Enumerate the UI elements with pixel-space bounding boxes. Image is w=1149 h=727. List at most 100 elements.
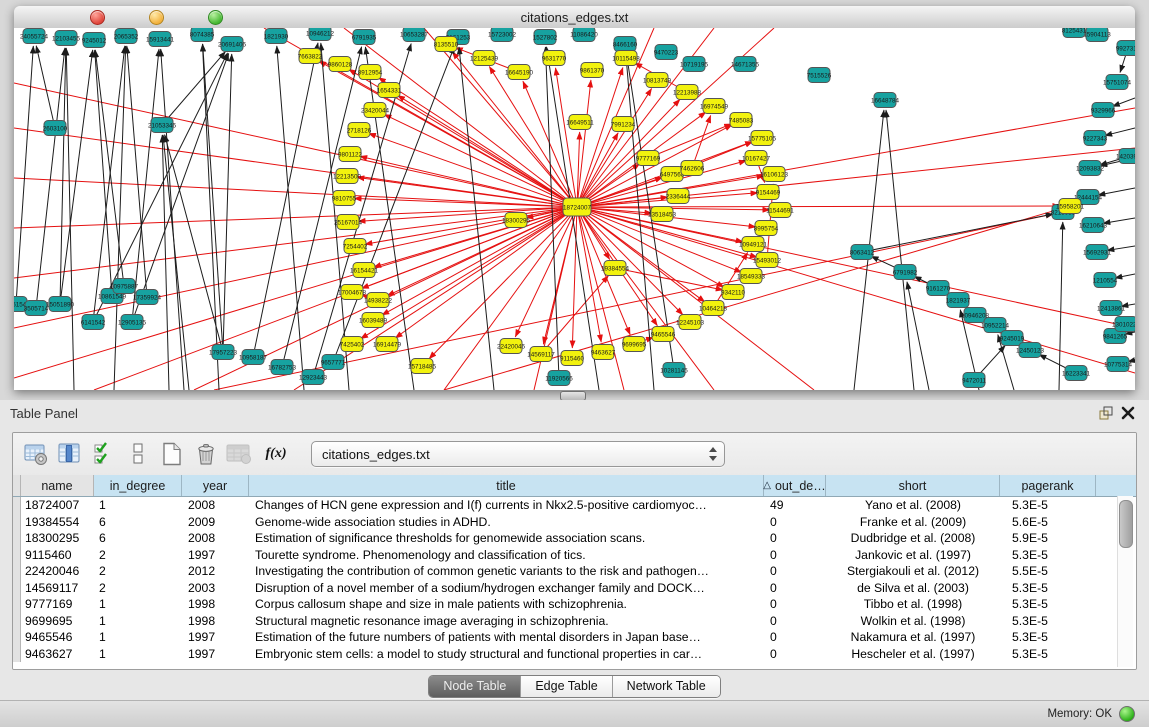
graph-node[interactable]: 25167014 [334,215,363,230]
graph-node[interactable]: 9472011 [962,373,987,388]
graph-node[interactable]: 24055724 [20,29,49,44]
table-row[interactable]: 911546021997Tourette syndrome. Phenomeno… [13,547,1136,564]
graph-node[interactable]: 9115460 [560,351,585,366]
table-row[interactable]: 946362711997Embryonic stem cells: a mode… [13,646,1136,663]
table-row[interactable]: 977716911998Corpus callosum shape and si… [13,596,1136,613]
graph-node[interactable]: 10653287 [400,28,429,42]
function-builder-icon[interactable]: f(x) [259,439,293,469]
graph-node[interactable]: 12213500 [333,169,362,184]
graph-node[interactable]: 7991234 [611,117,636,132]
graph-node[interactable]: 15692931 [1083,245,1112,260]
graph-node[interactable]: 10975887 [110,279,139,294]
graph-node[interactable]: 15913441 [146,32,175,47]
graph-node[interactable]: 2603100 [43,121,68,136]
graph-node[interactable]: 10775314 [1104,357,1133,372]
graph-node[interactable]: 14938222 [364,293,393,308]
graph-node[interactable]: 15718485 [408,359,437,374]
graph-node[interactable]: 17004678 [338,285,367,300]
graph-node[interactable]: 1821937 [946,293,971,308]
graph-node[interactable]: 16039489 [359,313,388,328]
graph-node[interactable]: 16649511 [566,115,594,130]
graph-node[interactable]: 7515526 [807,68,832,83]
graph-node[interactable]: 16648784 [871,93,900,108]
scrollbar-thumb[interactable] [1119,500,1133,548]
graph-node[interactable]: 10958187 [239,350,268,365]
graph-node[interactable]: 2065352 [114,29,139,44]
graph-node[interactable]: 8466160 [613,37,638,52]
network-window-titlebar[interactable]: citations_edges.txt [14,6,1135,29]
graph-node[interactable]: 10949121 [739,237,768,252]
network-canvas[interactable]: 2405572412103455924501220653521591344180… [14,28,1135,390]
delete-table-icon[interactable] [225,439,255,469]
table-row[interactable]: 1456911722003Disruption of a novel membe… [13,580,1136,597]
graph-node[interactable]: 17359924 [133,290,162,305]
graph-node[interactable]: 16974549 [700,99,729,114]
graph-node[interactable]: 16223341 [1062,366,1091,381]
graph-node[interactable]: 7663822 [298,49,323,64]
graph-node[interactable]: 10813749 [643,73,672,88]
table-row[interactable]: 946554611997Estimation of the future num… [13,629,1136,646]
graph-node[interactable]: 16914479 [373,337,402,352]
column-header-year[interactable]: year [182,475,249,496]
table-row[interactable]: 2242004622012Investigating the contribut… [13,563,1136,580]
graph-node[interactable]: 12245103 [676,315,705,330]
graph-node[interactable]: 12103455 [52,31,81,46]
graph-node[interactable]: 15958201 [1056,199,1085,214]
zoom-window-button[interactable] [208,10,223,25]
table-row[interactable]: 1830029562008Estimation of significance … [13,530,1136,547]
graph-node[interactable]: 12905135 [118,315,147,330]
graph-node[interactable]: 7462606 [680,161,705,176]
graph-node[interactable]: 23420044 [361,103,390,118]
graph-node[interactable]: 20691406 [218,37,247,52]
graph-node[interactable]: 16645190 [505,65,534,80]
table-row[interactable]: 969969511998Structural magnetic resonanc… [13,613,1136,630]
graph-node[interactable]: 9699695 [622,337,647,352]
graph-node[interactable]: 9801122 [338,147,363,162]
graph-node[interactable]: 16782753 [268,360,297,375]
graph-node[interactable]: 9342110 [721,285,746,300]
graph-node[interactable]: 9861370 [580,63,605,78]
tab-edge-table[interactable]: Edge Table [520,676,611,697]
graph-node[interactable]: 10167427 [742,151,771,166]
graph-node[interactable]: 12213988 [673,85,702,100]
graph-node[interactable]: 11544691 [766,203,794,218]
table-row[interactable]: 1872400712008Changes of HCN gene express… [13,497,1136,514]
graph-node[interactable]: 7425402 [340,337,365,352]
memory-ok-indicator[interactable] [1119,706,1135,722]
graph-node[interactable]: 9470223 [654,45,679,60]
graph-node[interactable]: 10719195 [680,57,709,72]
delete-column-icon[interactable] [191,439,221,469]
graph-node[interactable]: 11920566 [545,371,573,386]
graph-node[interactable]: 18300295 [502,213,531,228]
graph-node[interactable]: 8074385 [190,28,215,42]
graph-node[interactable]: 1527802 [533,30,558,45]
graph-node[interactable]: 10281145 [660,363,688,378]
graph-node[interactable]: 9631770 [542,51,567,66]
graph-node[interactable]: 9810755 [332,191,357,206]
graph-node[interactable]: 18549333 [737,269,766,284]
graph-node[interactable]: 10464218 [699,301,728,316]
graph-node[interactable]: 6791935 [352,30,377,45]
graph-node[interactable]: 9927310 [1116,41,1135,56]
tab-node-table[interactable]: Node Table [429,676,520,697]
column-header-name[interactable]: name [21,475,94,496]
new-column-icon[interactable] [157,439,187,469]
graph-node[interactable]: 9329966 [1091,103,1116,118]
tab-network-table[interactable]: Network Table [612,676,720,697]
row-selection-icon[interactable] [89,439,119,469]
graph-node[interactable]: 8912954 [358,65,383,80]
graph-node[interactable]: 9657771 [321,355,346,370]
graph-node[interactable]: 7254402 [343,239,368,254]
graph-node[interactable]: 15723002 [488,28,517,42]
graph-node[interactable]: 16210643 [1079,218,1108,233]
close-window-button[interactable] [90,10,105,25]
hub-node[interactable]: 18724007 [563,198,592,216]
table-source-dropdown[interactable]: citations_edges.txt [311,441,725,467]
column-header-title[interactable]: title [249,475,764,496]
graph-node[interactable]: 9860128 [328,57,353,72]
graph-node[interactable]: 15775105 [748,131,777,146]
graph-node[interactable]: 12093832 [1076,161,1105,176]
float-panel-icon[interactable] [1095,403,1117,423]
graph-node[interactable]: 14671355 [731,57,760,72]
graph-node[interactable]: 9463627 [591,345,616,360]
